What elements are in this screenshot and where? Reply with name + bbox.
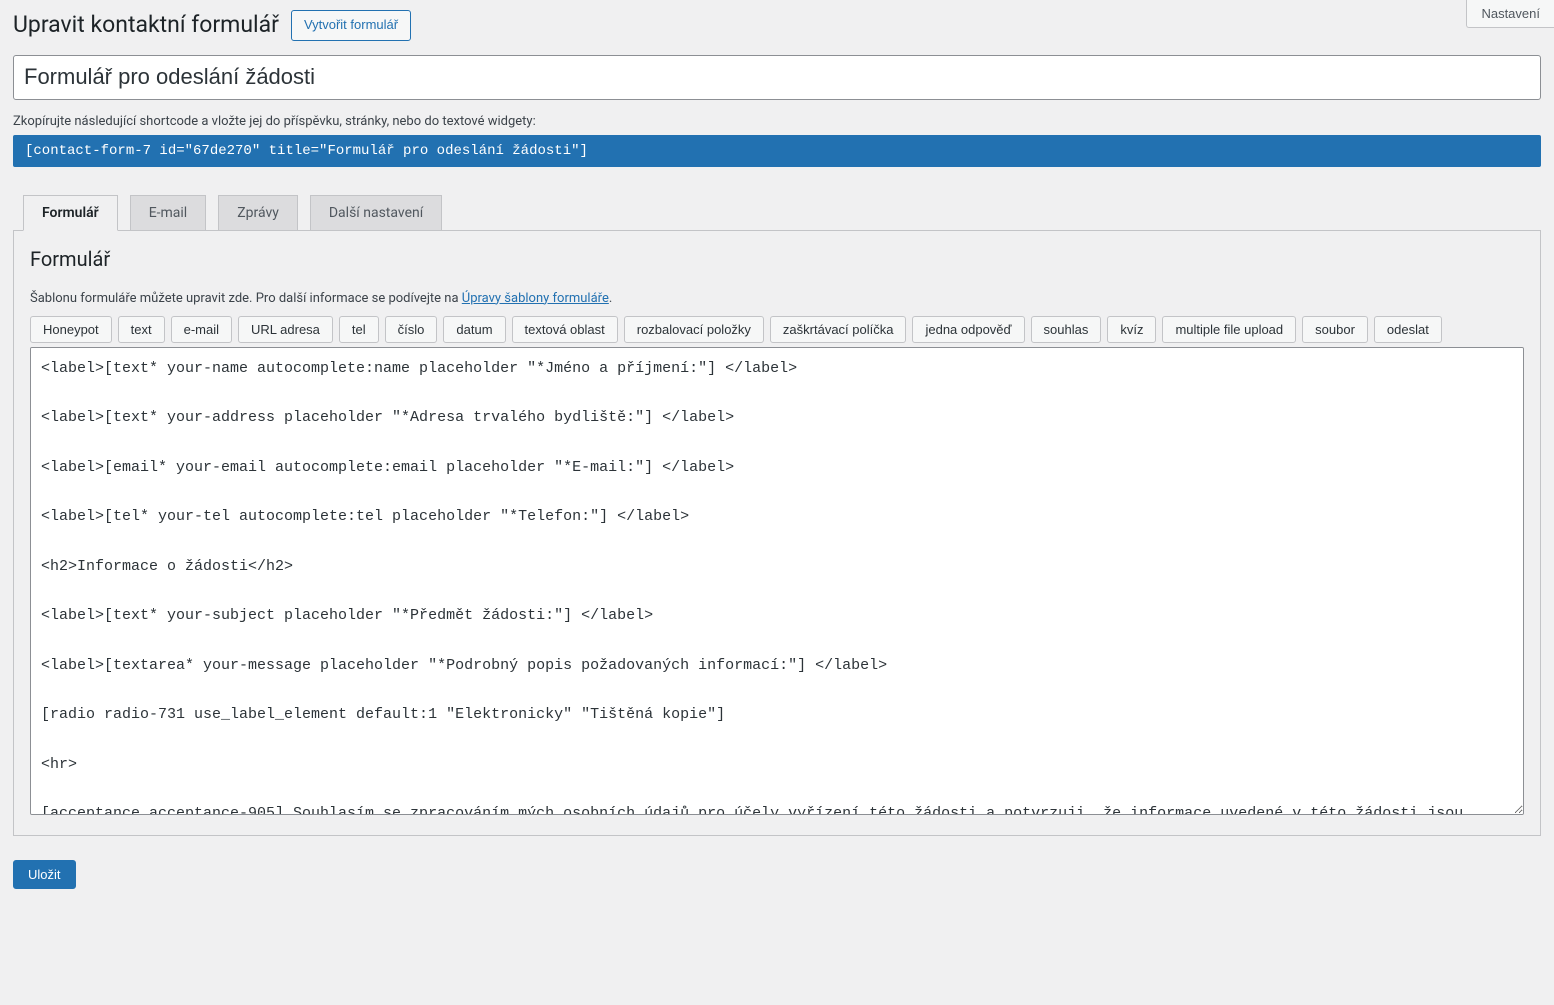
save-button[interactable]: Uložit	[13, 860, 76, 889]
tag-btn-textarea[interactable]: textová oblast	[512, 316, 618, 343]
help-link[interactable]: Úpravy šablony formuláře	[462, 291, 609, 306]
help-text-post: .	[609, 291, 612, 306]
help-text: Šablonu formuláře můžete upravit zde. Pr…	[30, 291, 1524, 306]
tag-btn-number[interactable]: číslo	[385, 316, 438, 343]
tag-btn-submit[interactable]: odeslat	[1374, 316, 1442, 343]
create-form-button[interactable]: Vytvořit formulář	[291, 10, 411, 41]
tab-email[interactable]: E-mail	[130, 195, 207, 230]
tag-buttons-row: Honeypot text e-mail URL adresa tel čísl…	[30, 316, 1524, 343]
tag-btn-file[interactable]: soubor	[1302, 316, 1368, 343]
tag-btn-email[interactable]: e-mail	[171, 316, 232, 343]
form-template-textarea[interactable]	[30, 347, 1524, 815]
tag-btn-dropdown[interactable]: rozbalovací položky	[624, 316, 764, 343]
shortcode-hint: Zkopírujte následující shortcode a vložt…	[13, 114, 1541, 129]
tag-btn-text[interactable]: text	[118, 316, 165, 343]
page-header: Upravit kontaktní formulář Vytvořit form…	[13, 10, 1541, 41]
tab-additional[interactable]: Další nastavení	[310, 195, 442, 230]
tag-btn-url[interactable]: URL adresa	[238, 316, 333, 343]
form-panel: Formulář Šablonu formuláře můžete upravi…	[13, 230, 1541, 836]
tag-btn-date[interactable]: datum	[443, 316, 505, 343]
shortcode-display[interactable]: [contact-form-7 id="67de270" title="Form…	[13, 135, 1541, 167]
tag-btn-multifile[interactable]: multiple file upload	[1162, 316, 1296, 343]
tab-form[interactable]: Formulář	[23, 195, 118, 231]
tag-btn-acceptance[interactable]: souhlas	[1031, 316, 1102, 343]
tag-btn-checkboxes[interactable]: zaškrtávací políčka	[770, 316, 907, 343]
page-title: Upravit kontaktní formulář	[13, 10, 279, 40]
help-text-pre: Šablonu formuláře můžete upravit zde. Pr…	[30, 291, 462, 306]
tabs: Formulář E-mail Zprávy Další nastavení	[13, 195, 1541, 230]
tag-btn-tel[interactable]: tel	[339, 316, 379, 343]
form-title-input[interactable]	[13, 55, 1541, 100]
tab-messages[interactable]: Zprávy	[218, 195, 298, 230]
tag-btn-honeypot[interactable]: Honeypot	[30, 316, 112, 343]
tag-btn-radio[interactable]: jedna odpověď	[912, 316, 1024, 343]
tag-btn-quiz[interactable]: kvíz	[1107, 316, 1156, 343]
settings-button[interactable]: Nastavení	[1466, 0, 1554, 28]
section-title: Formulář	[30, 247, 1524, 271]
